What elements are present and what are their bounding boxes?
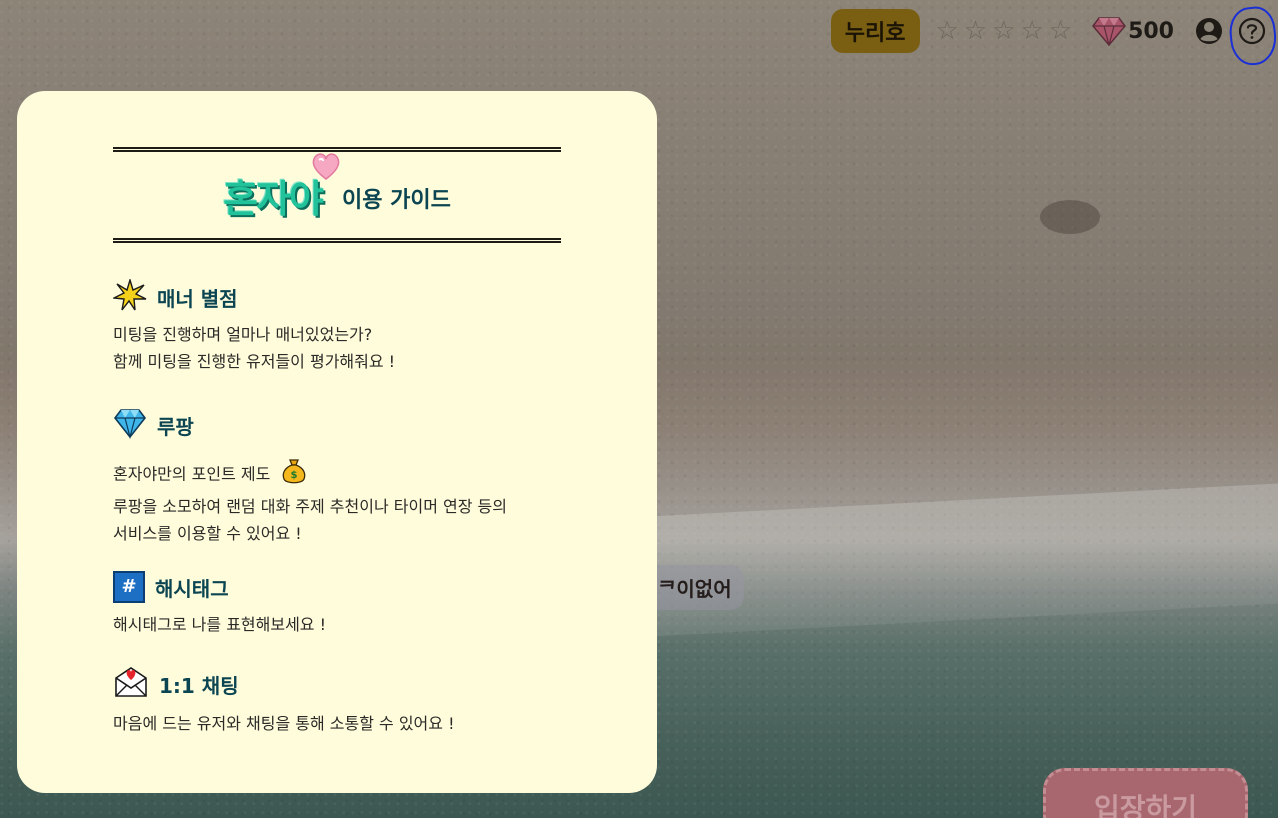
- points-display: 500: [1092, 16, 1174, 46]
- section-header: 루팡: [113, 407, 561, 443]
- section-header: 1:1 채팅: [113, 666, 561, 702]
- heart-icon: [310, 146, 342, 190]
- section-description: 미팅을 진행하며 얼마나 매너있었는가? 함께 미팅을 진행한 유저들이 평가해…: [113, 321, 561, 375]
- guide-header: 혼자야 이용 가이드: [113, 152, 561, 238]
- star-icon: ☆: [963, 16, 988, 46]
- section-header: 매너 별점: [111, 277, 561, 315]
- svg-text:$: $: [291, 470, 298, 481]
- help-icon[interactable]: [1227, 4, 1278, 68]
- section-title: 1:1 채팅: [159, 673, 239, 698]
- guide-section-manner: 매너 별점 미팅을 진행하며 얼마나 매너있었는가? 함께 미팅을 진행한 유저…: [111, 277, 561, 375]
- points-value: 500: [1128, 18, 1174, 44]
- description-line: 마음에 드는 유저와 채팅을 통해 소통할 수 있어요 !: [113, 714, 455, 733]
- guide-section-lupang: 루팡 혼자야만의 포인트 제도 $ 루팡을 소모하여 랜덤 대화 주제 추천이나…: [113, 407, 561, 547]
- diamond-icon: [113, 407, 147, 443]
- top-bar: 누리호 ☆ ☆ ☆ ☆ ☆ 500: [830, 4, 1278, 68]
- enter-button[interactable]: 입장하기: [1043, 768, 1248, 818]
- guide-section-chat: 1:1 채팅 마음에 드는 유저와 채팅을 통해 소통할 수 있어요 !: [113, 666, 561, 737]
- sparkle-star-icon: [111, 277, 147, 315]
- description-line: 혼자야만의 포인트 제도 $: [113, 457, 561, 493]
- section-description: 해시태그로 나를 표현해보세요 !: [113, 611, 561, 638]
- star-icon: ☆: [935, 16, 959, 46]
- star-icon: ☆: [1048, 16, 1073, 46]
- description-line: 루팡을 소모하여 랜덤 대화 주제 추천이나 타이머 연장 등의: [113, 497, 507, 516]
- description-line: 해시태그로 나를 표현해보세요 !: [113, 615, 327, 634]
- star-icon: ☆: [1020, 16, 1044, 46]
- section-title: 매너 별점: [157, 286, 238, 311]
- section-description: 혼자야만의 포인트 제도 $ 루팡을 소모하여 랜덤 대화 주제 추천이나 타이…: [113, 457, 561, 547]
- app-logo: 혼자야: [223, 152, 340, 223]
- nickname-badge[interactable]: 누리호: [830, 9, 920, 53]
- guide-title: 이용 가이드: [342, 188, 451, 213]
- money-bag-icon: $: [281, 457, 307, 493]
- section-header: # 해시태그: [113, 571, 561, 603]
- description-line: 미팅을 진행하며 얼마나 매너있었는가?: [113, 325, 373, 344]
- guide-modal: 혼자야 이용 가이드 매너 별점 미팅을 진행하며 얼마나 매너있었는가? 함께…: [17, 91, 657, 793]
- user-icon[interactable]: [1194, 16, 1224, 46]
- gem-icon: [1092, 16, 1127, 46]
- guide-content: 혼자야 이용 가이드 매너 별점 미팅을 진행하며 얼마나 매너있었는가? 함께…: [111, 147, 561, 737]
- star-icon: ☆: [992, 16, 1016, 46]
- guide-section-hashtag: # 해시태그 해시태그로 나를 표현해보세요 !: [113, 571, 561, 638]
- manner-rating: ☆ ☆ ☆ ☆ ☆: [936, 18, 1073, 44]
- section-title: 루팡: [157, 414, 194, 439]
- description-line: 함께 미팅을 진행한 유저들이 평가해줘요 !: [113, 352, 396, 371]
- description-line: 서비스를 이용할 수 있어요 !: [113, 524, 302, 543]
- section-title: 해시태그: [155, 576, 229, 601]
- logo-text: 혼자야: [223, 176, 324, 221]
- hash-icon: #: [113, 571, 145, 603]
- love-letter-icon: [113, 666, 149, 702]
- section-description: 마음에 드는 유저와 채팅을 통해 소통할 수 있어요 !: [113, 710, 561, 737]
- divider: [113, 238, 561, 243]
